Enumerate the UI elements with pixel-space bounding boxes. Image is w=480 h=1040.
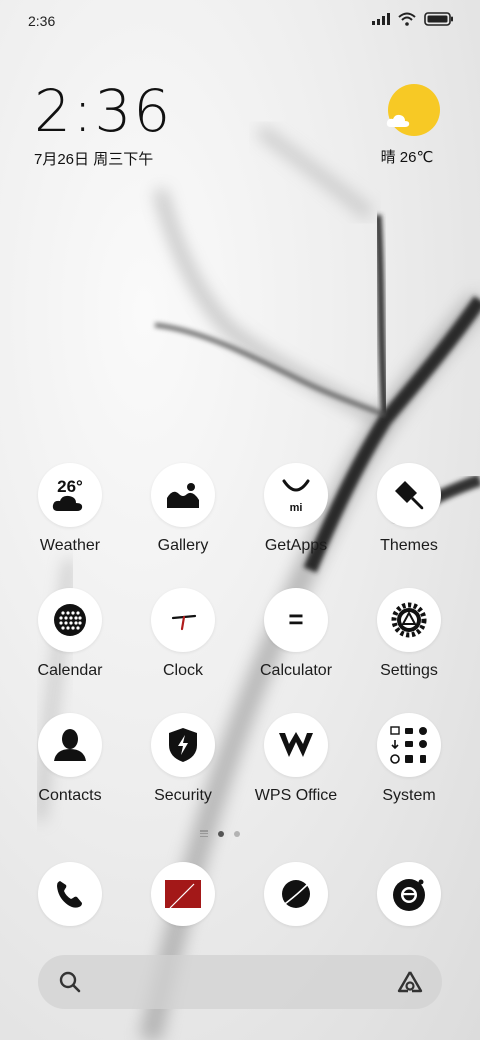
battery-icon xyxy=(424,12,453,26)
app-themes[interactable]: Themes xyxy=(354,463,464,555)
app-wps-office[interactable]: WPS Office xyxy=(241,713,351,805)
messages-icon xyxy=(151,862,215,926)
assistant-icon[interactable] xyxy=(396,969,424,995)
dock-phone[interactable] xyxy=(15,862,125,926)
app-label: Gallery xyxy=(157,537,209,554)
browser-icon xyxy=(264,862,328,926)
svg-text:=: = xyxy=(288,605,303,634)
svg-text:26°: 26° xyxy=(57,477,83,496)
page-dot-active[interactable] xyxy=(218,830,224,837)
app-label: Weather xyxy=(39,537,101,554)
app-label: Security xyxy=(154,787,212,804)
svg-text:mi: mi xyxy=(290,502,303,514)
weather-condition: 晴 26℃ xyxy=(380,149,434,166)
cloud-icon xyxy=(386,114,410,127)
app-calculator[interactable]: = Calculator xyxy=(241,588,351,680)
app-weather[interactable]: 26° Weather xyxy=(15,463,125,555)
app-calendar[interactable]: Calendar xyxy=(15,588,125,680)
app-getapps[interactable]: mi GetApps xyxy=(241,463,351,555)
status-bar: 2:36 xyxy=(0,0,480,42)
shield-icon xyxy=(151,713,215,777)
person-icon xyxy=(38,713,102,777)
widget-time: 2:36 xyxy=(34,77,173,145)
gallery-icon xyxy=(151,463,215,527)
page-indicator[interactable] xyxy=(200,830,240,837)
app-label: Themes xyxy=(380,537,438,554)
wifi-icon xyxy=(398,12,416,26)
page-dot[interactable] xyxy=(234,830,240,837)
app-label: Clock xyxy=(162,662,203,679)
camera-icon xyxy=(377,862,441,926)
app-label: Settings xyxy=(380,662,438,679)
weather-app-icon: 26° xyxy=(38,463,102,527)
dock-browser[interactable] xyxy=(241,862,351,926)
search-icon[interactable] xyxy=(58,970,82,994)
dock-messages[interactable] xyxy=(128,862,238,926)
calendar-icon xyxy=(38,588,102,652)
folder-icon xyxy=(377,713,441,777)
app-security[interactable]: Security xyxy=(128,713,238,805)
dock-camera[interactable] xyxy=(354,862,464,926)
status-icons xyxy=(372,12,454,26)
signal-icon xyxy=(372,13,390,25)
app-label: WPS Office xyxy=(254,787,338,804)
app-label: Contacts xyxy=(38,787,102,804)
phone-icon xyxy=(38,862,102,926)
paintbrush-icon xyxy=(377,463,441,527)
widget-date: 7月26日 周三下午 xyxy=(34,151,154,168)
search-bar[interactable] xyxy=(38,955,442,1009)
app-clock[interactable]: Clock xyxy=(128,588,238,680)
getapps-icon: mi xyxy=(264,463,328,527)
app-label: Calculator xyxy=(259,662,333,679)
app-settings[interactable]: Settings xyxy=(354,588,464,680)
weather-widget[interactable]: 晴 26℃ xyxy=(381,84,444,167)
app-gallery[interactable]: Gallery xyxy=(128,463,238,555)
clock-widget[interactable]: 2:36 7月26日 周三下午 xyxy=(34,82,172,169)
calculator-icon: = xyxy=(264,588,328,652)
app-label: Calendar xyxy=(37,662,103,679)
app-drawer-indicator[interactable] xyxy=(200,830,208,837)
status-time: 2:36 xyxy=(28,13,56,29)
app-folder-system[interactable]: System xyxy=(354,713,464,805)
app-contacts[interactable]: Contacts xyxy=(15,713,125,805)
app-label: System xyxy=(382,787,436,804)
gear-icon xyxy=(377,588,441,652)
app-label: GetApps xyxy=(264,537,328,554)
sunny-icon xyxy=(386,84,440,136)
clock-icon xyxy=(151,588,215,652)
wps-icon xyxy=(264,713,328,777)
